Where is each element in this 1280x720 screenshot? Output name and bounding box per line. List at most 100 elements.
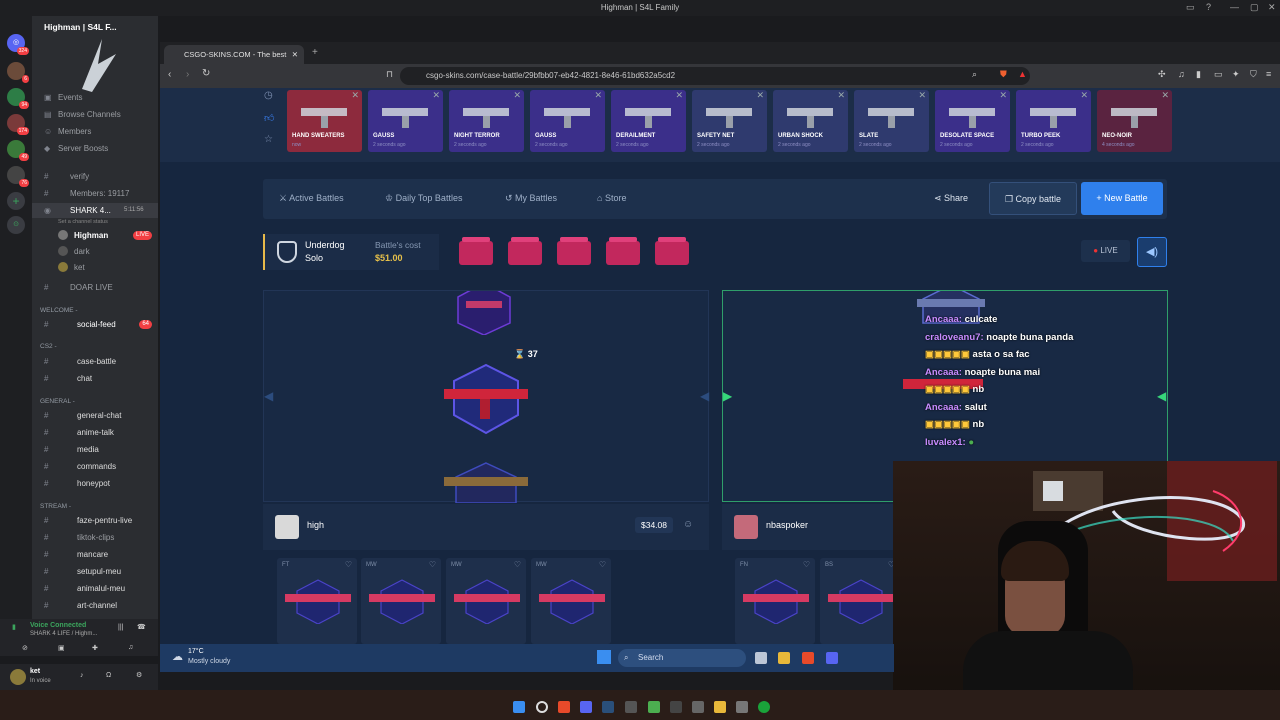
menu-browse-channels[interactable]: ▤ Browse Channels	[32, 107, 158, 122]
server-icon[interactable]: 49	[7, 140, 29, 161]
channel-media[interactable]: # media	[32, 442, 158, 457]
close-icon[interactable]: ✕	[513, 90, 521, 101]
live-drop-item[interactable]: ✕ SAFETY NET 2 seconds ago	[692, 90, 767, 152]
copy-battle-button[interactable]: ❐ Copy battle	[989, 182, 1077, 215]
discord-icon[interactable]	[580, 701, 592, 713]
headphones-icon[interactable]: Ω	[106, 672, 111, 679]
won-item-card[interactable]: MW ♡	[446, 558, 526, 644]
close-icon[interactable]: ✕	[1268, 2, 1276, 13]
reload-icon[interactable]: ↻	[202, 68, 210, 79]
thumbs-up-icon[interactable]: 👍︎	[264, 112, 274, 124]
case-icon[interactable]	[557, 237, 591, 265]
favorite-icon[interactable]: ♡	[514, 560, 521, 569]
brave-shield-icon[interactable]: ⛊	[1000, 69, 1007, 80]
live-drop-item[interactable]: ✕ GAUSS 2 seconds ago	[530, 90, 605, 152]
close-icon[interactable]: ✕	[1080, 90, 1088, 101]
avatar[interactable]	[10, 669, 26, 685]
star-icon[interactable]: ☆	[264, 134, 273, 145]
minimize-icon[interactable]: —	[1230, 2, 1239, 12]
channel-general-chat[interactable]: # general-chat	[32, 408, 158, 423]
emoji-icon[interactable]: ☺	[683, 519, 693, 530]
maximize-icon[interactable]: ▢	[1250, 2, 1259, 13]
voice-channel-name[interactable]: SHARK 4 LIFE / Highm...	[30, 631, 97, 637]
activities-icon[interactable]: ✚	[92, 644, 98, 652]
menu-icon[interactable]: ≡	[1266, 69, 1271, 79]
channel-art-channel[interactable]: # art-channel	[32, 598, 158, 613]
windows-start-icon[interactable]	[597, 650, 611, 664]
windows-start-icon[interactable]	[513, 701, 525, 713]
steam-icon[interactable]	[602, 701, 614, 713]
live-indicator[interactable]: ● LIVE	[1081, 240, 1130, 262]
new-battle-button[interactable]: + New Battle	[1081, 182, 1163, 215]
channel-setupul-meu[interactable]: # setupul-meu	[32, 564, 158, 579]
close-icon[interactable]: ✕	[918, 90, 926, 101]
case-icon[interactable]	[459, 237, 493, 265]
add-server-icon[interactable]: +	[7, 192, 25, 210]
soundboard-icon[interactable]: ♫	[128, 644, 133, 651]
close-icon[interactable]: ✕	[1161, 90, 1169, 101]
close-icon[interactable]: ✕	[432, 90, 440, 101]
menu-server-boosts[interactable]: ◆ Server Boosts	[32, 141, 158, 156]
settings-icon[interactable]	[736, 701, 748, 713]
new-tab-icon[interactable]: +	[312, 47, 318, 58]
share-button[interactable]: ⋖ Share	[925, 182, 977, 215]
sidebar-icon[interactable]: ▮	[1196, 69, 1201, 80]
won-item-card[interactable]: MW ♡	[361, 558, 441, 644]
tab-csgo-skins[interactable]: CSGO-SKINS.COM - The best ✕	[164, 45, 304, 64]
voice-user-dark[interactable]: dark	[32, 244, 158, 259]
file-explorer-icon[interactable]	[778, 652, 790, 664]
server-name[interactable]: Highman | S4L F...	[44, 22, 117, 32]
case-icon[interactable]	[508, 237, 542, 265]
media-icon[interactable]: ♫	[1178, 69, 1185, 79]
nav-daily-top-battles[interactable]: ♔ Daily Top Battles	[385, 193, 462, 204]
channel-verify[interactable]: # verify	[32, 169, 158, 184]
extensions-icon[interactable]: ✣	[1158, 69, 1166, 80]
channel-honeypot[interactable]: # honeypot	[32, 476, 158, 491]
server-icon[interactable]: 76	[7, 166, 29, 187]
help-icon[interactable]: ?	[1206, 2, 1211, 12]
app-icon[interactable]	[692, 701, 704, 713]
explore-icon[interactable]: ⊙	[7, 216, 25, 234]
app-icon[interactable]	[625, 701, 637, 713]
wallet-icon[interactable]: ▭	[1214, 69, 1223, 80]
taskbar-search[interactable]: ⌕ Search	[618, 649, 746, 667]
category-cs2[interactable]: CS2 -	[40, 343, 57, 350]
category-welcome[interactable]: WELCOME -	[40, 307, 78, 314]
clock-icon[interactable]: ◷	[264, 90, 273, 101]
url-bar[interactable]: csgo-skins.com/case-battle/29bfbb07-eb42…	[400, 67, 1030, 85]
won-item-card[interactable]: FT ♡	[277, 558, 357, 644]
favorite-icon[interactable]: ♡	[345, 560, 352, 569]
channel-faze-pentru-live[interactable]: # faze-pentru-live	[32, 513, 158, 528]
nav-store[interactable]: ⌂ Store	[597, 193, 626, 203]
screenshare-icon[interactable]: ▣	[58, 644, 65, 652]
menu-members[interactable]: ☺ Members	[32, 124, 158, 139]
player-name[interactable]: high	[307, 520, 324, 530]
nav-my-battles[interactable]: ↺ My Battles	[505, 193, 557, 204]
discord-icon[interactable]	[826, 652, 838, 664]
live-drop-item[interactable]: ✕ SLATE 2 seconds ago	[854, 90, 929, 152]
disconnect-icon[interactable]: ☎	[137, 623, 146, 631]
close-icon[interactable]: ✕	[999, 90, 1007, 101]
channel-social-feed[interactable]: # social-feed 64	[32, 317, 158, 332]
live-drop-item[interactable]: ✕ TURBO PEEK 2 seconds ago	[1016, 90, 1091, 152]
menu-events[interactable]: ▣ Events	[32, 90, 158, 105]
live-drop-item[interactable]: ✕ HAND SWEATERS now	[287, 90, 362, 152]
app-icon[interactable]	[670, 701, 682, 713]
favorite-icon[interactable]: ♡	[803, 560, 810, 569]
live-drop-item[interactable]: ✕ NEO-NOIR 4 seconds ago	[1097, 90, 1172, 152]
category-general[interactable]: GENERAL -	[40, 398, 75, 405]
channel-mancare[interactable]: # mancare	[32, 547, 158, 562]
noise-icon[interactable]: |||	[118, 624, 123, 631]
server-icon[interactable]: 174	[7, 114, 29, 135]
close-icon[interactable]: ✕	[756, 90, 764, 101]
xbox-icon[interactable]	[758, 701, 770, 713]
brave-icon[interactable]	[802, 652, 814, 664]
server-icon[interactable]: 6	[7, 62, 29, 83]
task-view-icon[interactable]	[755, 652, 767, 664]
won-item-card[interactable]: MW ♡	[531, 558, 611, 644]
weather-temp[interactable]: 17°C	[188, 648, 204, 655]
camera-off-icon[interactable]: ⊘	[22, 644, 28, 652]
avatar[interactable]	[275, 515, 299, 539]
close-icon[interactable]: ✕	[351, 90, 359, 101]
live-drop-item[interactable]: ✕ DESOLATE SPACE 2 seconds ago	[935, 90, 1010, 152]
